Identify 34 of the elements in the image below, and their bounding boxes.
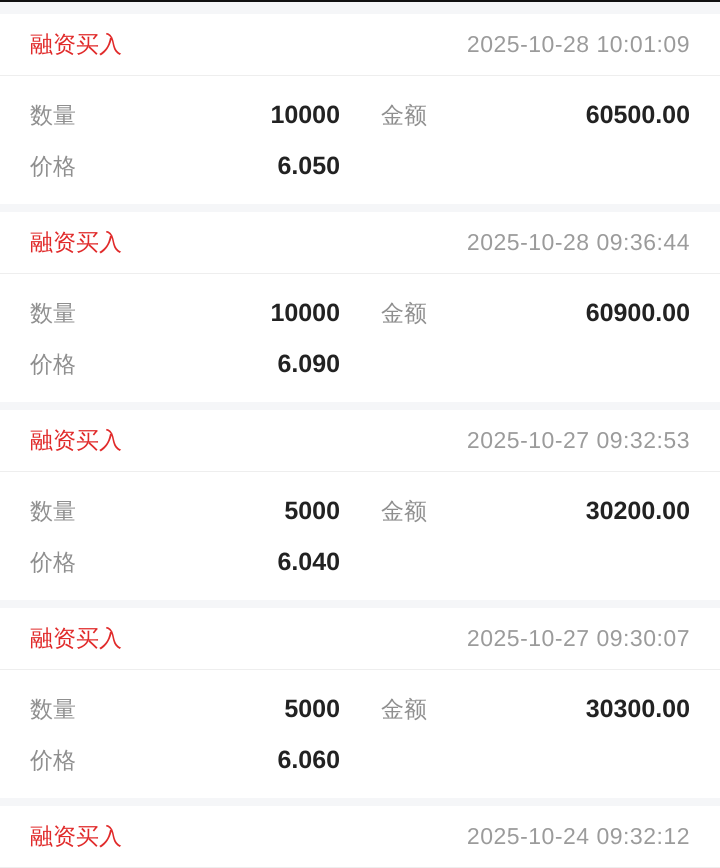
field-value: 5000 (284, 695, 340, 724)
field-label: 价格 (30, 351, 76, 380)
trade-type: 融资买入 (30, 625, 122, 654)
field-label: 金额 (381, 498, 427, 527)
field-value: 6.040 (277, 548, 340, 577)
trade-time: 2025-10-24 09:32:12 (466, 823, 690, 850)
field-label: 金额 (381, 102, 427, 131)
trade-type: 融资买入 (30, 427, 122, 456)
field-value: 10000 (270, 101, 340, 130)
field-label: 数量 (30, 498, 76, 527)
field-label: 价格 (30, 549, 76, 578)
trade-type: 融资买入 (30, 31, 122, 60)
field-value: 6.060 (277, 746, 340, 775)
trade-time: 2025-10-27 09:32:53 (466, 427, 690, 454)
trade-type: 融资买入 (30, 823, 122, 852)
field-label: 价格 (30, 747, 76, 776)
field-value: 10000 (270, 299, 340, 328)
field-label: 价格 (30, 153, 76, 182)
field-value: 30200.00 (586, 497, 690, 526)
field-label: 数量 (30, 696, 76, 725)
field-label: 数量 (30, 300, 76, 329)
field-value: 30300.00 (586, 695, 690, 724)
field-value: 6.090 (277, 350, 340, 379)
field-label: 数量 (30, 102, 76, 131)
field-value: 60900.00 (586, 299, 690, 328)
field-value: 60500.00 (586, 101, 690, 130)
field-label: 金额 (381, 300, 427, 329)
field-value: 5000 (284, 497, 340, 526)
trade-type: 融资买入 (30, 229, 122, 258)
trade-time: 2025-10-28 09:36:44 (466, 229, 690, 256)
field-label: 金额 (381, 696, 427, 725)
field-value: 6.050 (277, 152, 340, 181)
trade-time: 2025-10-28 10:01:09 (466, 31, 690, 58)
trade-time: 2025-10-27 09:30:07 (466, 625, 690, 652)
